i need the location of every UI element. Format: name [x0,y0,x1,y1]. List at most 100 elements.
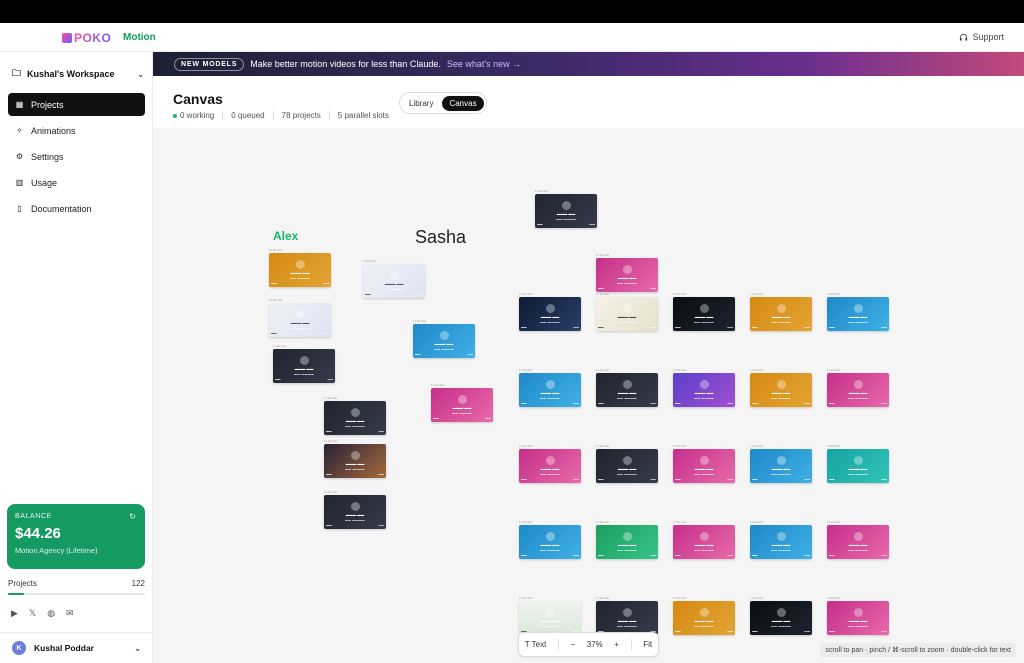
stat-projects: 78 projects [272,111,329,120]
thumbnail-caption: ▪ ▪ ▪▪▪ ▪▪▪▪ [324,439,337,443]
thumbnail-line: ▬▬ ▬▬▬▬ [452,411,472,415]
headset-icon [960,33,968,41]
project-thumbnail[interactable]: ▬▬▬ ▬▬ ▬▬ ▬▬▬▬ ▬▬ ▬▬ [827,449,889,483]
project-thumbnail[interactable]: ▬▬▬ ▬▬ ▬▬ ▬▬▬▬ ▬▬ ▬▬ [750,525,812,559]
project-thumbnail[interactable]: ▬▬▬ ▬▬ ▬▬ ▬▬▬▬ ▬▬ ▬▬ [673,373,735,407]
project-thumbnail[interactable]: ▬▬▬ ▬▬ ▬▬ ▬▬▬▬ ▬▬ ▬▬ [827,601,889,635]
discord-icon[interactable]: ◍ [47,608,55,619]
project-thumbnail[interactable]: ▬▬▬ ▬▬ ▬▬ ▬▬▬▬ ▬▬ ▬▬ [269,303,331,337]
project-thumbnail[interactable]: ▬▬▬ ▬▬ ▬▬ ▬▬▬▬ ▬▬ ▬▬ [673,601,735,635]
thumbnail-line: ▬▬▬ ▬▬ [290,321,310,325]
toggle-library[interactable]: Library [402,96,440,111]
project-thumbnail[interactable]: ▬▬▬ ▬▬ ▬▬ ▬▬▬▬ ▬▬ ▬▬ [519,601,581,635]
sidebar-item-usage[interactable]: ▥ Usage [8,171,145,194]
canvas-hint: scroll to pan · pinch / ⌘-scroll to zoom… [820,643,1016,657]
sidebar-item-label: Documentation [31,203,92,214]
thumbnail-line: ▬▬▬ ▬▬ [771,619,791,623]
project-thumbnail[interactable]: ▬▬▬ ▬▬ ▬▬ ▬▬▬▬ ▬▬ ▬▬ [596,601,658,635]
thumbnail-line: ▬▬ [327,377,333,381]
play-icon [457,395,467,404]
project-thumbnail[interactable]: ▬▬▬ ▬▬ ▬▬ ▬▬▬▬ ▬▬ ▬▬ [413,324,475,358]
page-header: Canvas 0 working 0 queued 78 projects 5 … [153,76,1024,128]
sidebar-item-projects[interactable]: ▦ Projects [8,93,145,116]
project-thumbnail[interactable]: ▬▬▬ ▬▬ ▬▬ ▬▬▬▬ ▬▬ ▬▬ [519,373,581,407]
project-thumbnail[interactable]: ▬▬▬ ▬▬ ▬▬ ▬▬▬▬ ▬▬ ▬▬ [269,253,331,287]
thumbnail-line: ▬▬▬ ▬▬ [694,315,714,319]
project-thumbnail[interactable]: ▬▬▬ ▬▬ ▬▬ ▬▬▬▬ ▬▬ ▬▬ [431,388,493,422]
thumbnail-caption: ▪ ▪ ▪▪▪ ▪▪▪▪ [324,396,337,400]
project-thumbnail[interactable]: ▬▬▬ ▬▬ ▬▬ ▬▬▬▬ ▬▬ ▬▬ [827,373,889,407]
project-thumbnail[interactable]: ▬▬▬ ▬▬ ▬▬ ▬▬▬▬ ▬▬ ▬▬ [596,297,658,331]
banner-link[interactable]: See what's new → [447,59,521,69]
thumbnail-line: ▬▬ ▬▬▬▬ [345,467,365,471]
project-thumbnail[interactable]: ▬▬▬ ▬▬ ▬▬ ▬▬▬▬ ▬▬ ▬▬ [324,401,386,435]
toggle-canvas[interactable]: Canvas [442,95,484,111]
thumbnail-line: ▬▬▬ ▬▬ [771,543,791,547]
project-thumbnail[interactable]: ▬▬▬ ▬▬ ▬▬ ▬▬▬▬ ▬▬ ▬▬ [535,194,597,228]
project-thumbnail[interactable]: ▬▬▬ ▬▬ ▬▬ ▬▬▬▬ ▬▬ ▬▬ [750,449,812,483]
thumbnail-line: ▬▬ ▬▬▬▬ [617,624,637,628]
sidebar-item-animations[interactable]: ✧ Animations [8,119,145,142]
x-icon[interactable]: 𝕏 [29,608,36,619]
project-thumbnail[interactable]: ▬▬▬ ▬▬ ▬▬ ▬▬▬▬ ▬▬ ▬▬ [673,525,735,559]
thumbnail-line: ▬▬ [521,553,527,557]
thumbnail-line: ▬▬ ▬▬▬▬ [694,472,714,476]
workspace-switcher[interactable]: 🗀 Kushal's Workspace ⌄ [12,66,144,82]
project-thumbnail[interactable]: ▬▬▬ ▬▬ ▬▬ ▬▬▬▬ ▬▬ ▬▬ [324,495,386,529]
project-thumbnail[interactable]: ▬▬▬ ▬▬ ▬▬ ▬▬▬▬ ▬▬ ▬▬ [596,373,658,407]
thumbnail-line: ▬▬▬ ▬▬ [556,212,576,216]
zoom-out-button[interactable]: − [570,640,575,649]
thumbnail-line: ▬▬ [881,401,887,405]
logo[interactable]: POKO [62,31,111,45]
project-thumbnail[interactable]: ▬▬▬ ▬▬ ▬▬ ▬▬▬▬ ▬▬ ▬▬ [519,297,581,331]
play-icon [389,271,399,280]
stat-working: 0 working [173,111,222,120]
thumbnail-line: ▬▬ [521,325,527,329]
play-icon [622,456,632,465]
youtube-icon[interactable]: ▶ [11,608,18,619]
thumbnail-line: ▬▬ [804,325,810,329]
group-label-alex: Alex [273,229,299,243]
project-thumbnail[interactable]: ▬▬▬ ▬▬ ▬▬ ▬▬▬▬ ▬▬ ▬▬ [596,449,658,483]
project-thumbnail[interactable]: ▬▬▬ ▬▬ ▬▬ ▬▬▬▬ ▬▬ ▬▬ [750,373,812,407]
fit-button[interactable]: Fit [643,640,652,649]
project-thumbnail[interactable]: ▬▬▬ ▬▬ ▬▬ ▬▬▬▬ ▬▬ ▬▬ [827,297,889,331]
play-icon [561,201,571,210]
project-thumbnail[interactable]: ▬▬▬ ▬▬ ▬▬ ▬▬▬▬ ▬▬ ▬▬ [827,525,889,559]
zoom-in-button[interactable]: + [614,640,619,649]
sidebar-item-documentation[interactable]: ▯ Documentation [8,197,145,220]
play-icon [545,304,555,313]
text-tool-button[interactable]: T Text [525,640,547,649]
sidebar-nav: ▦ Projects ✧ Animations ⚙ Settings ▥ Usa… [8,93,145,223]
play-icon [699,608,709,617]
projects-progress-bar [8,593,145,595]
thumbnail-line: ▬▬ ▬▬▬▬ [848,548,868,552]
thumbnail-caption: ▪ ▪ ▪▪▪ ▪▪▪▪ [519,292,532,296]
thumbnail-line: ▬▬ ▬▬▬▬ [694,320,714,324]
project-thumbnail[interactable]: ▬▬▬ ▬▬ ▬▬ ▬▬▬▬ ▬▬ ▬▬ [519,525,581,559]
mail-icon[interactable]: ✉ [66,608,74,619]
thumbnail-line: ▬▬▬ ▬▬ [294,367,314,371]
project-thumbnail[interactable]: ▬▬▬ ▬▬ ▬▬ ▬▬▬▬ ▬▬ ▬▬ [324,444,386,478]
project-thumbnail[interactable]: ▬▬▬ ▬▬ ▬▬ ▬▬▬▬ ▬▬ ▬▬ [673,449,735,483]
thumbnail-line: ▬▬▬ ▬▬ [617,543,637,547]
project-thumbnail[interactable]: ▬▬▬ ▬▬ ▬▬ ▬▬▬▬ ▬▬ ▬▬ [596,525,658,559]
play-icon [776,304,786,313]
user-menu[interactable]: K Kushal Poddar ⌄ [0,632,153,663]
status-dot-icon [173,113,177,118]
project-canvas[interactable]: Alex Sasha ▪ ▪ ▪▪▪ ▪▪▪▪ ▬▬▬ ▬▬ ▬▬ ▬▬▬▬ ▬▬ ▬▬… [153,128,1024,663]
play-icon [545,608,555,617]
thumbnail-line: ▬▬ [323,331,329,335]
project-thumbnail[interactable]: ▬▬▬ ▬▬ ▬▬ ▬▬▬▬ ▬▬ ▬▬ [363,264,425,298]
play-icon [776,608,786,617]
sidebar-item-settings[interactable]: ⚙ Settings [8,145,145,168]
project-thumbnail[interactable]: ▬▬▬ ▬▬ ▬▬ ▬▬▬▬ ▬▬ ▬▬ [596,258,658,292]
refresh-icon[interactable]: ↻ [129,512,136,521]
project-thumbnail[interactable]: ▬▬▬ ▬▬ ▬▬ ▬▬▬▬ ▬▬ ▬▬ [519,449,581,483]
project-thumbnail[interactable]: ▬▬▬ ▬▬ ▬▬ ▬▬▬▬ ▬▬ ▬▬ [673,297,735,331]
play-icon [622,532,632,541]
support-link[interactable]: Support [959,32,1004,42]
project-thumbnail[interactable]: ▬▬▬ ▬▬ ▬▬ ▬▬▬▬ ▬▬ ▬▬ [273,349,335,383]
project-thumbnail[interactable]: ▬▬▬ ▬▬ ▬▬ ▬▬▬▬ ▬▬ ▬▬ [750,297,812,331]
project-thumbnail[interactable]: ▬▬▬ ▬▬ ▬▬ ▬▬▬▬ ▬▬ ▬▬ [750,601,812,635]
